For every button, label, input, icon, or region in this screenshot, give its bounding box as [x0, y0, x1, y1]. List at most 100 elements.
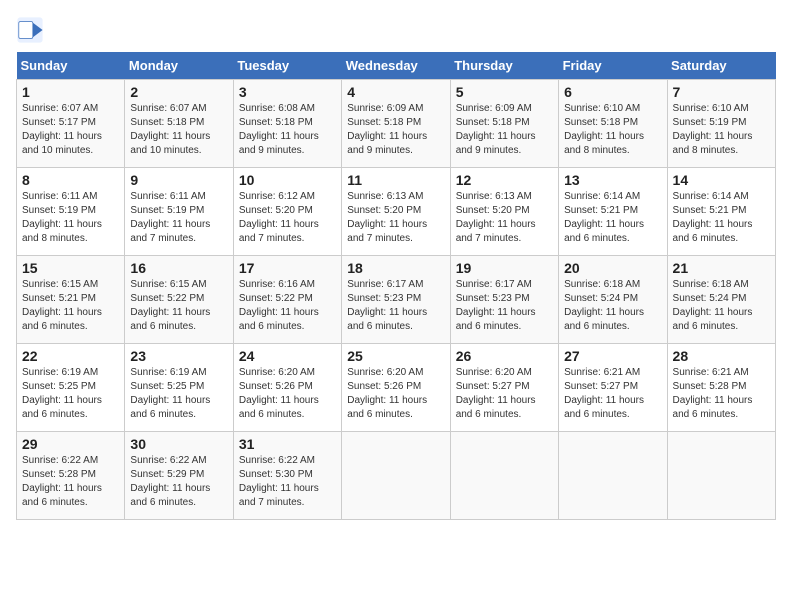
day-number: 8 — [22, 172, 119, 188]
day-info: Sunrise: 6:09 AM Sunset: 5:18 PM Dayligh… — [347, 102, 444, 158]
calendar-cell: 20 Sunrise: 6:18 AM Sunset: 5:24 PM Dayli… — [559, 256, 667, 344]
day-header-friday: Friday — [559, 52, 667, 80]
calendar-cell: 4 Sunrise: 6:09 AM Sunset: 5:18 PM Daylig… — [342, 80, 450, 168]
calendar-cell: 10 Sunrise: 6:12 AM Sunset: 5:20 PM Dayli… — [233, 168, 341, 256]
day-header-thursday: Thursday — [450, 52, 558, 80]
day-number: 13 — [564, 172, 661, 188]
calendar-cell: 18 Sunrise: 6:17 AM Sunset: 5:23 PM Dayli… — [342, 256, 450, 344]
calendar-cell: 14Sunrise: 6:14 AM Sunset: 5:21 PM Dayli… — [667, 168, 775, 256]
day-number: 21 — [673, 260, 770, 276]
day-number: 11 — [347, 172, 444, 188]
day-info: Sunrise: 6:13 AM Sunset: 5:20 PM Dayligh… — [456, 190, 553, 246]
calendar-cell: 31 Sunrise: 6:22 AM Sunset: 5:30 PM Dayli… — [233, 432, 341, 520]
calendar-cell: 15 Sunrise: 6:15 AM Sunset: 5:21 PM Dayli… — [17, 256, 125, 344]
day-info: Sunrise: 6:09 AM Sunset: 5:18 PM Dayligh… — [456, 102, 553, 158]
day-info: Sunrise: 6:14 AM Sunset: 5:21 PM Dayligh… — [564, 190, 661, 246]
calendar-cell — [450, 432, 558, 520]
day-info: Sunrise: 6:15 AM Sunset: 5:21 PM Dayligh… — [22, 278, 119, 334]
calendar-cell: 29 Sunrise: 6:22 AM Sunset: 5:28 PM Dayli… — [17, 432, 125, 520]
day-info: Sunrise: 6:22 AM Sunset: 5:30 PM Dayligh… — [239, 454, 336, 510]
calendar-cell: 28 Sunrise: 6:21 AM Sunset: 5:28 PM Dayli… — [667, 344, 775, 432]
calendar-cell: 17 Sunrise: 6:16 AM Sunset: 5:22 PM Dayli… — [233, 256, 341, 344]
calendar-cell: 11 Sunrise: 6:13 AM Sunset: 5:20 PM Dayli… — [342, 168, 450, 256]
calendar-cell — [667, 432, 775, 520]
day-info: Sunrise: 6:16 AM Sunset: 5:22 PM Dayligh… — [239, 278, 336, 334]
day-number: 10 — [239, 172, 336, 188]
day-info: Sunrise: 6:20 AM Sunset: 5:26 PM Dayligh… — [239, 366, 336, 422]
day-info: Sunrise: 6:07 AM Sunset: 5:17 PM Dayligh… — [22, 102, 119, 158]
day-info: Sunrise: 6:08 AM Sunset: 5:18 PM Dayligh… — [239, 102, 336, 158]
day-number: 5 — [456, 84, 553, 100]
calendar-cell: 16Sunrise: 6:15 AM Sunset: 5:22 PM Dayli… — [125, 256, 233, 344]
calendar-week-row: 15 Sunrise: 6:15 AM Sunset: 5:21 PM Dayli… — [17, 256, 776, 344]
calendar-cell: 8 Sunrise: 6:11 AM Sunset: 5:19 PM Daylig… — [17, 168, 125, 256]
day-number: 3 — [239, 84, 336, 100]
day-info: Sunrise: 6:14 AM Sunset: 5:21 PM Dayligh… — [673, 190, 770, 246]
day-info: Sunrise: 6:22 AM Sunset: 5:28 PM Dayligh… — [22, 454, 119, 510]
day-info: Sunrise: 6:15 AM Sunset: 5:22 PM Dayligh… — [130, 278, 227, 334]
calendar-cell: 1 Sunrise: 6:07 AM Sunset: 5:17 PM Daylig… — [17, 80, 125, 168]
day-number: 7 — [673, 84, 770, 100]
calendar-cell: 3 Sunrise: 6:08 AM Sunset: 5:18 PM Daylig… — [233, 80, 341, 168]
page-header — [16, 16, 776, 44]
day-info: Sunrise: 6:17 AM Sunset: 5:23 PM Dayligh… — [347, 278, 444, 334]
day-number: 26 — [456, 348, 553, 364]
calendar-week-row: 22 Sunrise: 6:19 AM Sunset: 5:25 PM Dayli… — [17, 344, 776, 432]
day-number: 25 — [347, 348, 444, 364]
day-number: 20 — [564, 260, 661, 276]
calendar-cell: 23Sunrise: 6:19 AM Sunset: 5:25 PM Dayli… — [125, 344, 233, 432]
calendar-cell: 22Sunrise: 6:19 AM Sunset: 5:25 PM Dayli… — [17, 344, 125, 432]
day-header-saturday: Saturday — [667, 52, 775, 80]
calendar-cell — [342, 432, 450, 520]
day-number: 31 — [239, 436, 336, 452]
calendar-week-row: 29 Sunrise: 6:22 AM Sunset: 5:28 PM Dayli… — [17, 432, 776, 520]
day-info: Sunrise: 6:20 AM Sunset: 5:26 PM Dayligh… — [347, 366, 444, 422]
day-header-monday: Monday — [125, 52, 233, 80]
day-number: 17 — [239, 260, 336, 276]
day-number: 19 — [456, 260, 553, 276]
day-number: 22 — [22, 348, 119, 364]
calendar-cell: 9Sunrise: 6:11 AM Sunset: 5:19 PM Daylig… — [125, 168, 233, 256]
day-number: 29 — [22, 436, 119, 452]
day-info: Sunrise: 6:10 AM Sunset: 5:18 PM Dayligh… — [564, 102, 661, 158]
day-number: 30 — [130, 436, 227, 452]
calendar-cell: 26 Sunrise: 6:20 AM Sunset: 5:27 PM Dayli… — [450, 344, 558, 432]
logo — [16, 16, 48, 44]
day-info: Sunrise: 6:10 AM Sunset: 5:19 PM Dayligh… — [673, 102, 770, 158]
day-number: 18 — [347, 260, 444, 276]
day-number: 28 — [673, 348, 770, 364]
calendar-cell: 12Sunrise: 6:13 AM Sunset: 5:20 PM Dayli… — [450, 168, 558, 256]
calendar-cell: 19Sunrise: 6:17 AM Sunset: 5:23 PM Dayli… — [450, 256, 558, 344]
calendar-cell: 25 Sunrise: 6:20 AM Sunset: 5:26 PM Dayli… — [342, 344, 450, 432]
day-info: Sunrise: 6:11 AM Sunset: 5:19 PM Dayligh… — [22, 190, 119, 246]
day-number: 27 — [564, 348, 661, 364]
calendar-cell: 5 Sunrise: 6:09 AM Sunset: 5:18 PM Daylig… — [450, 80, 558, 168]
calendar-cell — [559, 432, 667, 520]
calendar-cell: 27Sunrise: 6:21 AM Sunset: 5:27 PM Dayli… — [559, 344, 667, 432]
day-number: 15 — [22, 260, 119, 276]
day-info: Sunrise: 6:21 AM Sunset: 5:28 PM Dayligh… — [673, 366, 770, 422]
calendar-cell: 2Sunrise: 6:07 AM Sunset: 5:18 PM Daylig… — [125, 80, 233, 168]
day-info: Sunrise: 6:18 AM Sunset: 5:24 PM Dayligh… — [564, 278, 661, 334]
calendar-week-row: 8 Sunrise: 6:11 AM Sunset: 5:19 PM Daylig… — [17, 168, 776, 256]
day-number: 9 — [130, 172, 227, 188]
day-header-tuesday: Tuesday — [233, 52, 341, 80]
day-info: Sunrise: 6:20 AM Sunset: 5:27 PM Dayligh… — [456, 366, 553, 422]
calendar-table: SundayMondayTuesdayWednesdayThursdayFrid… — [16, 52, 776, 520]
day-number: 1 — [22, 84, 119, 100]
day-info: Sunrise: 6:19 AM Sunset: 5:25 PM Dayligh… — [130, 366, 227, 422]
calendar-week-row: 1 Sunrise: 6:07 AM Sunset: 5:17 PM Daylig… — [17, 80, 776, 168]
logo-icon — [16, 16, 44, 44]
calendar-cell: 13 Sunrise: 6:14 AM Sunset: 5:21 PM Dayli… — [559, 168, 667, 256]
day-info: Sunrise: 6:12 AM Sunset: 5:20 PM Dayligh… — [239, 190, 336, 246]
day-info: Sunrise: 6:13 AM Sunset: 5:20 PM Dayligh… — [347, 190, 444, 246]
day-number: 4 — [347, 84, 444, 100]
day-number: 24 — [239, 348, 336, 364]
calendar-cell: 24 Sunrise: 6:20 AM Sunset: 5:26 PM Dayli… — [233, 344, 341, 432]
day-info: Sunrise: 6:18 AM Sunset: 5:24 PM Dayligh… — [673, 278, 770, 334]
day-info: Sunrise: 6:22 AM Sunset: 5:29 PM Dayligh… — [130, 454, 227, 510]
calendar-cell: 7 Sunrise: 6:10 AM Sunset: 5:19 PM Daylig… — [667, 80, 775, 168]
calendar-cell: 6 Sunrise: 6:10 AM Sunset: 5:18 PM Daylig… — [559, 80, 667, 168]
day-number: 6 — [564, 84, 661, 100]
day-header-sunday: Sunday — [17, 52, 125, 80]
